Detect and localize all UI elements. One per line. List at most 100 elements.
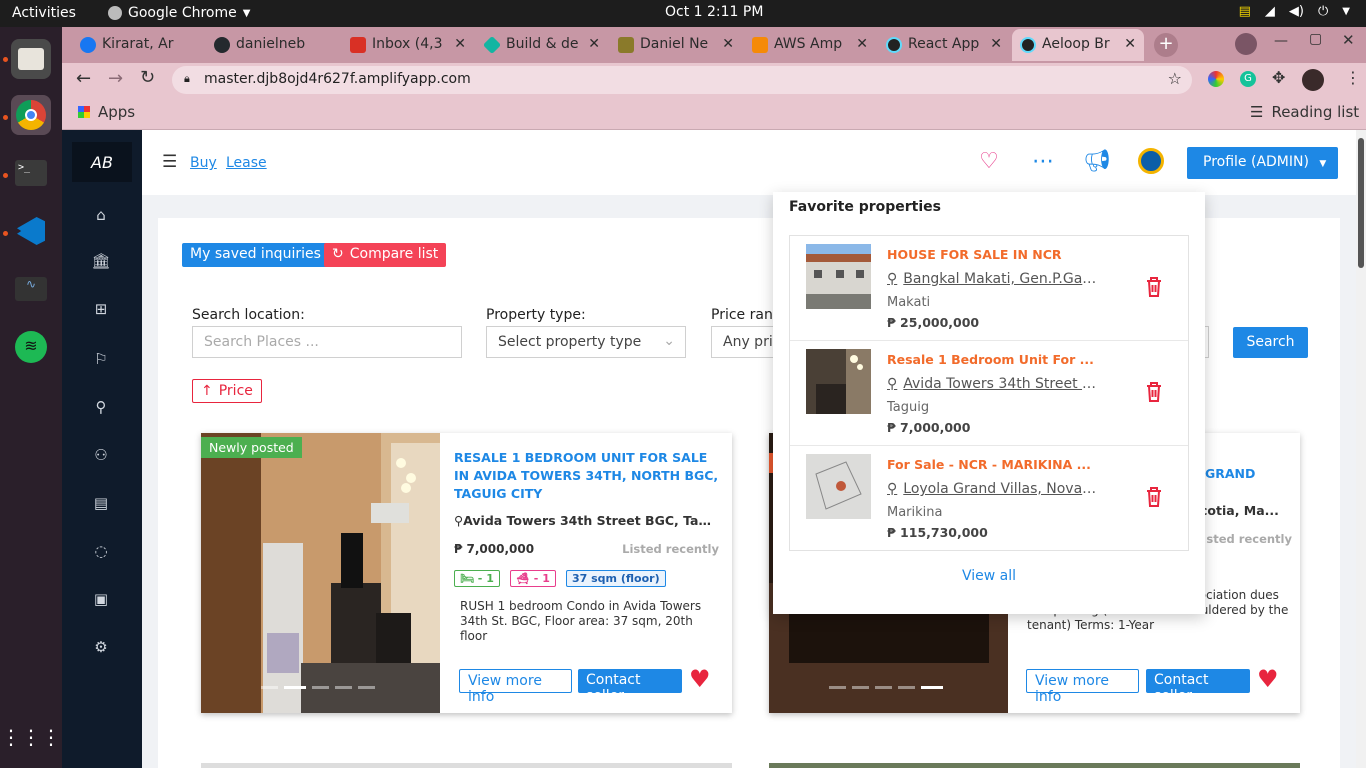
scrollbar-thumb[interactable] xyxy=(1358,138,1364,268)
location-search-input[interactable]: Search Places ... xyxy=(192,326,462,358)
favorite-title[interactable]: HOUSE FOR SALE IN NCR xyxy=(887,247,1062,262)
maximize-button[interactable]: ▢ xyxy=(1309,31,1322,47)
browser-tab[interactable]: Kirarat, Ar xyxy=(72,29,204,61)
carousel-dot[interactable] xyxy=(875,686,892,689)
reload-icon[interactable]: ↻ xyxy=(140,67,155,88)
files-icon[interactable] xyxy=(11,39,51,79)
favorite-item[interactable]: Resale 1 Bedroom Unit For ... ⚲ Avida Tow… xyxy=(790,341,1188,446)
carousel-dot[interactable] xyxy=(261,686,278,689)
hierarchy-icon[interactable]: ⊞ xyxy=(90,298,112,320)
apps-shortcut[interactable]: Apps xyxy=(78,103,135,121)
extension-color-icon[interactable] xyxy=(1208,71,1224,87)
new-tab-button[interactable]: + xyxy=(1154,33,1178,57)
messages-icon[interactable]: ⋯ xyxy=(1030,148,1056,174)
browser-tab[interactable]: React App ✕ xyxy=(878,29,1010,61)
extensions-puzzle-icon[interactable]: ✥ xyxy=(1272,68,1285,87)
favorites-heart-icon[interactable]: ♡ xyxy=(976,148,1002,174)
user-avatar[interactable] xyxy=(1138,148,1164,174)
system-tray[interactable]: ▤ ◢ ◀) ⏻ ▼ xyxy=(1239,4,1350,19)
browser-tab[interactable]: Build & de ✕ xyxy=(476,29,608,61)
carousel-indicators[interactable] xyxy=(829,686,943,689)
close-tab-icon[interactable]: ✕ xyxy=(856,36,868,52)
profile-dropdown-button[interactable]: Profile (ADMIN) ▼ xyxy=(1187,147,1338,179)
trash-icon[interactable] xyxy=(1144,486,1164,508)
user-icon[interactable]: ⚇ xyxy=(90,444,112,466)
bookmark-star-icon[interactable]: ☆ xyxy=(1168,69,1182,88)
listing-title[interactable]: RESALE 1 BEDROOM UNIT FOR SALE IN AVIDA … xyxy=(454,449,719,503)
show-apps-icon[interactable]: ⋮⋮⋮ xyxy=(1,717,61,757)
lease-link[interactable]: Lease xyxy=(226,155,267,171)
address-bar[interactable]: 🔒︎ master.djb8ojd4r627f.amplifyapp.com ☆ xyxy=(172,66,1192,94)
carousel-dot[interactable] xyxy=(829,686,846,689)
browser-tab[interactable]: danielneb xyxy=(206,29,338,61)
favorite-location[interactable]: ⚲ Bangkal Makati, Gen.P.Garcia St. xyxy=(887,271,1097,287)
terminal-icon[interactable]: >_ xyxy=(11,153,51,193)
listing-card-next[interactable] xyxy=(769,763,1300,768)
favorite-title[interactable]: Resale 1 Bedroom Unit For ... xyxy=(887,352,1094,367)
view-more-info-button[interactable]: View more info xyxy=(459,669,572,705)
carousel-dot[interactable] xyxy=(898,686,915,689)
search-button[interactable]: Search xyxy=(1233,327,1308,358)
browser-tab[interactable]: Inbox (4,3 ✕ xyxy=(342,29,474,61)
back-icon[interactable]: ← xyxy=(76,68,91,89)
compare-list-button[interactable]: ↻ Compare list xyxy=(324,243,447,267)
trash-icon[interactable] xyxy=(1144,381,1164,403)
user-search-icon[interactable]: ⚲ xyxy=(90,396,112,418)
trash-icon[interactable] xyxy=(1144,276,1164,298)
favorite-location[interactable]: ⚲ Avida Towers 34th Street BGC xyxy=(887,376,1097,392)
carousel-dot[interactable] xyxy=(358,686,375,689)
bank-icon[interactable]: 🏛︎ xyxy=(90,250,112,272)
brand-logo[interactable]: AB xyxy=(72,142,132,182)
document-icon[interactable]: ▤ xyxy=(90,492,112,514)
flag-icon[interactable]: ⚐ xyxy=(90,348,112,370)
carousel-dot[interactable] xyxy=(312,686,329,689)
carousel-dot-active[interactable] xyxy=(921,686,943,689)
browser-tab[interactable]: AWS Amp ✕ xyxy=(744,29,876,61)
activities-button[interactable]: Activities xyxy=(12,5,76,21)
favorite-heart-icon[interactable]: ♥ xyxy=(689,665,711,693)
view-all-favorites-link[interactable]: View all xyxy=(773,568,1205,584)
saved-inquiries-button[interactable]: My saved inquiries xyxy=(182,243,329,267)
page-scrollbar[interactable] xyxy=(1356,130,1366,768)
carousel-dot[interactable] xyxy=(852,686,869,689)
id-card-icon[interactable]: ▣ xyxy=(90,588,112,610)
home-icon[interactable]: ⌂ xyxy=(90,204,112,226)
sort-price-button[interactable]: ↑ Price xyxy=(192,379,262,403)
carousel-dot-active[interactable] xyxy=(284,686,306,689)
chrome-app-icon[interactable] xyxy=(11,95,51,135)
listing-card-next[interactable] xyxy=(201,763,732,768)
view-more-info-button[interactable]: View more info xyxy=(1026,669,1139,705)
close-tab-icon[interactable]: ✕ xyxy=(1124,36,1136,52)
contact-seller-button[interactable]: Contact seller xyxy=(578,669,682,704)
browser-tab-active[interactable]: Aeloop Br ✕ xyxy=(1012,29,1144,61)
chrome-menu-icon[interactable]: ⋮ xyxy=(1345,68,1361,87)
system-monitor-icon[interactable]: ∿ xyxy=(11,269,51,309)
reading-list[interactable]: ☰ Reading list xyxy=(1250,103,1359,121)
system-clock[interactable]: Oct 1 2:11 PM xyxy=(665,4,763,20)
close-tab-icon[interactable]: ✕ xyxy=(722,36,734,52)
vscode-icon[interactable] xyxy=(11,211,51,251)
listing-card[interactable]: Newly posted RESALE 1 BEDROOM UNIT FOR S… xyxy=(201,433,732,713)
close-tab-icon[interactable]: ✕ xyxy=(990,36,1002,52)
favorite-title[interactable]: For Sale - NCR - MARIKINA ... xyxy=(887,457,1091,472)
close-tab-icon[interactable]: ✕ xyxy=(588,36,600,52)
app-menu[interactable]: Google Chrome ▼ xyxy=(108,5,250,21)
close-window-button[interactable]: ✕ xyxy=(1342,31,1355,49)
property-type-select[interactable]: Select property type ⌄ xyxy=(486,326,686,358)
minimize-button[interactable]: — xyxy=(1274,33,1288,49)
browser-tab[interactable]: Daniel Ne ✕ xyxy=(610,29,742,61)
favorite-location[interactable]: ⚲ Loyola Grand Villas, Nova Scotia xyxy=(887,481,1097,497)
announcement-icon[interactable]: 📢︎ xyxy=(1083,148,1111,174)
carousel-indicators[interactable] xyxy=(261,686,375,689)
spotify-icon[interactable]: ≋ xyxy=(11,327,51,367)
tab-search-icon[interactable] xyxy=(1235,33,1257,55)
favorite-item[interactable]: For Sale - NCR - MARIKINA ... ⚲ Loyola Gr… xyxy=(790,446,1188,551)
profile-avatar[interactable] xyxy=(1302,69,1324,91)
close-tab-icon[interactable]: ✕ xyxy=(454,36,466,52)
forward-icon[interactable]: → xyxy=(108,68,123,89)
grammarly-icon[interactable]: G xyxy=(1240,71,1256,87)
buy-link[interactable]: Buy xyxy=(190,155,217,171)
user-settings-icon[interactable]: ⚙ xyxy=(90,636,112,658)
listing-photo[interactable]: Newly posted xyxy=(201,433,440,713)
carousel-dot[interactable] xyxy=(335,686,352,689)
